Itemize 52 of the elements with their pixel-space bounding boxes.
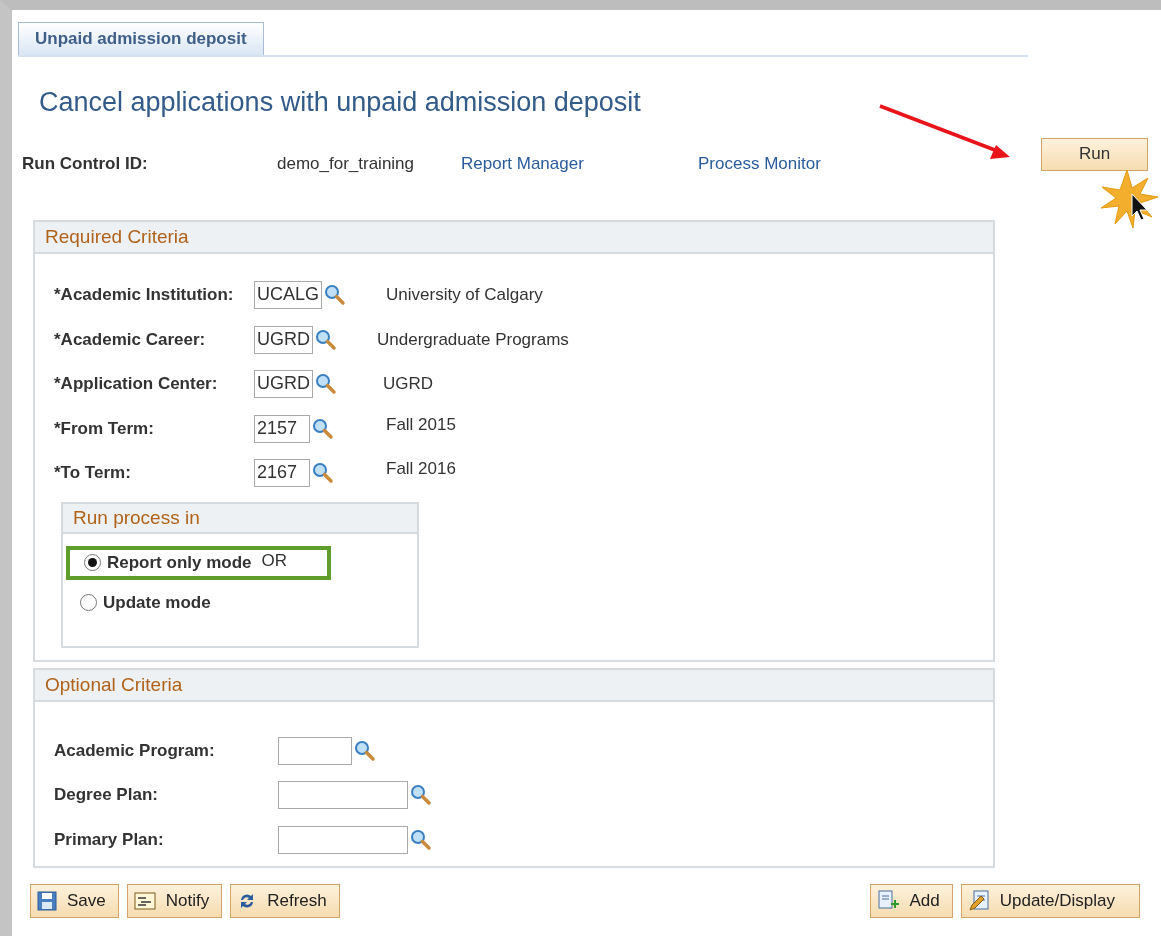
search-icon[interactable] [410,784,432,807]
nav-link[interactable]: Report Manager [461,154,698,174]
input-field[interactable]: UCALG [254,281,322,310]
nav-link[interactable]: Process Monitor [698,154,898,174]
save-button[interactable]: Save [30,884,119,918]
section-header: Required Criteria [35,222,993,254]
run-button[interactable]: Run [1041,137,1148,171]
input-field[interactable] [278,736,352,765]
refresh-button[interactable]: Refresh [230,884,340,918]
field-label: Primary Plan: [54,829,165,850]
section-header: Optional Criteria [35,669,993,702]
radio-button[interactable] [84,554,101,571]
add-button[interactable]: Add [870,884,953,918]
input-field[interactable] [278,825,408,854]
notify-button[interactable]: Notify [126,884,223,918]
search-icon[interactable] [410,828,432,851]
field-label: *From Term: [54,418,155,439]
radio-button[interactable] [80,594,97,611]
field-label: *Academic Career: [54,329,207,350]
edit-page-icon [967,890,990,912]
field-label: Academic Program: [54,740,216,761]
run-control-value: demo_for_training [277,154,416,174]
field-label: *Application Center: [54,374,219,395]
add-page-icon [877,890,900,912]
input-field[interactable]: UGRD [254,325,313,354]
page-title: Cancel applications with unpaid admission deposit [39,87,642,118]
search-icon[interactable] [312,462,334,485]
field-description: University of Calgary [386,285,543,306]
search-icon[interactable] [315,373,337,396]
note-text: OR [261,550,287,571]
input-field[interactable]: UGRD [254,370,313,399]
field-label: *Academic Institution: [54,285,235,306]
radio-label: Update mode [103,592,211,613]
input-field[interactable]: 2167 [254,459,310,488]
field-label: *To Term: [54,463,132,484]
input-field[interactable]: 2157 [254,414,310,443]
field-description: UGRD [383,374,434,395]
radio-label: Report only mode [107,552,252,573]
update-display-button[interactable]: Update/Display [960,884,1140,918]
search-icon[interactable] [354,739,376,762]
run-control-label: Run Control ID: [22,154,149,174]
group-header: Run process in [63,503,417,534]
input-field[interactable] [278,781,408,810]
field-description: Fall 2015 [386,414,456,435]
search-icon[interactable] [315,328,337,351]
field-description: Fall 2016 [386,459,456,480]
search-icon[interactable] [324,284,346,307]
field-description: Undergraduate Programs [377,329,569,350]
page-tab[interactable]: Unpaid admission deposit [18,22,264,55]
field-label: Degree Plan: [54,785,159,806]
search-icon[interactable] [312,417,334,440]
note-icon [133,892,156,910]
